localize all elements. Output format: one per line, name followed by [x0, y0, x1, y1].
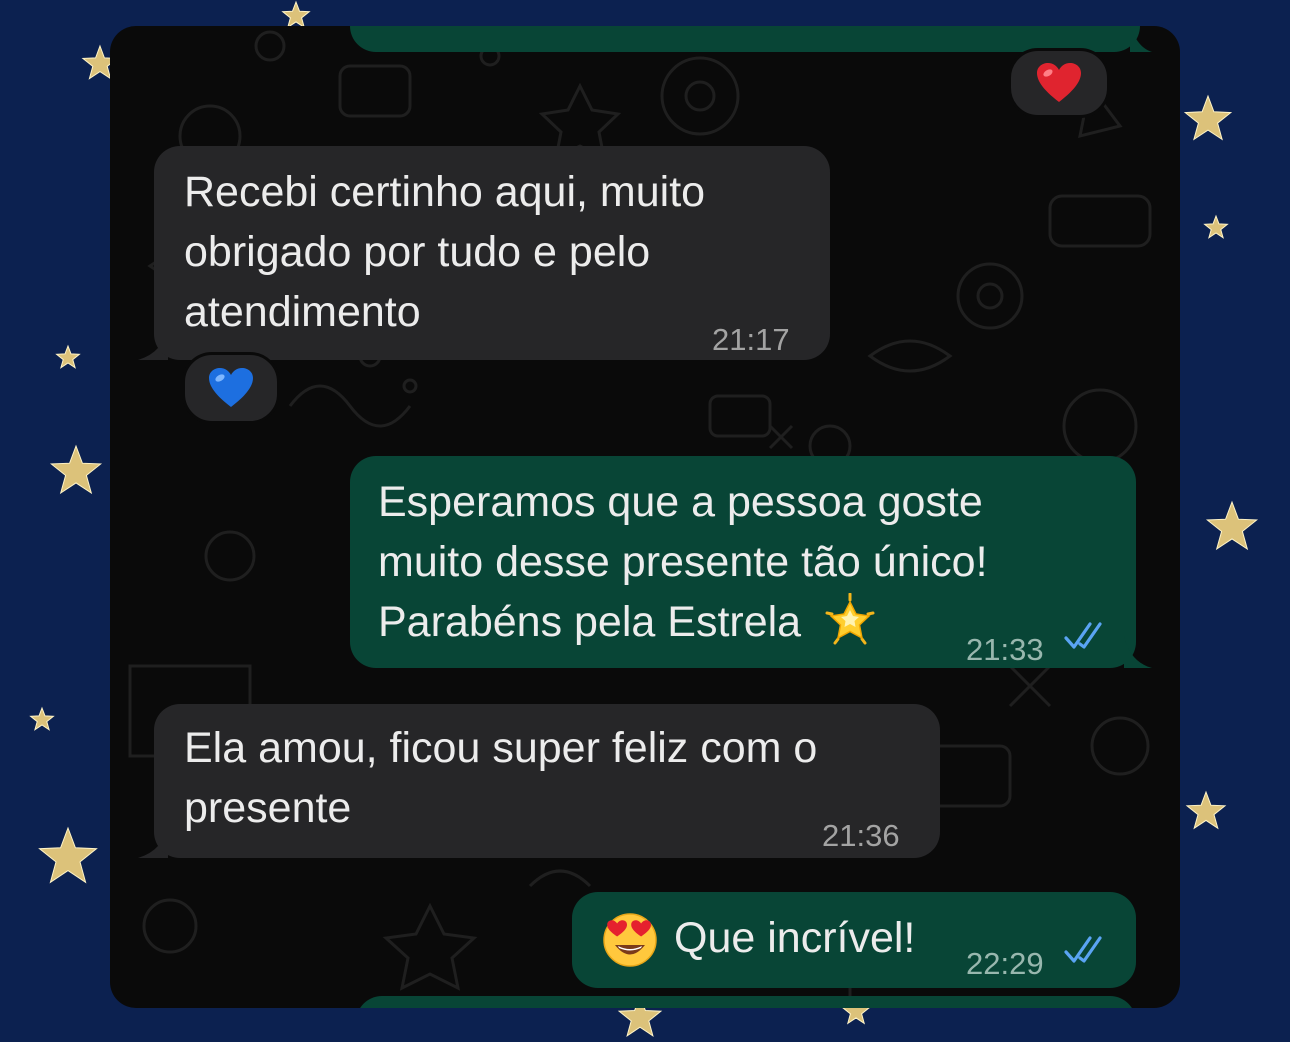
- reaction-badge[interactable]: [182, 352, 280, 424]
- message-text: muito desse presente tão único!: [378, 538, 988, 586]
- gold-star-icon: [49, 444, 103, 495]
- gold-star-icon: [29, 706, 55, 731]
- read-receipt-icon: [1064, 936, 1102, 963]
- message-bubble-outgoing-partial[interactable]: [356, 996, 1136, 1008]
- gold-star-icon: [1203, 214, 1229, 239]
- message-bubble-incoming[interactable]: Ela amou, ficou super feliz com o presen…: [154, 704, 940, 858]
- message-bubble-incoming[interactable]: Recebi certinho aqui, muito obrigado por…: [154, 146, 830, 360]
- gold-star-icon: [1183, 94, 1233, 141]
- heart-eyes-face-icon: [603, 913, 657, 967]
- message-bubble-outgoing[interactable]: Esperamos que a pessoa goste muito desse…: [350, 456, 1136, 668]
- gold-star-icon: [55, 344, 81, 369]
- message-timestamp: 21:36: [822, 818, 900, 853]
- message-text: presente: [184, 784, 352, 832]
- message-text: Parabéns pela Estrela: [378, 598, 802, 646]
- bubble-tail: [1124, 636, 1152, 668]
- message-timestamp: 21:17: [712, 322, 790, 357]
- blue-heart-icon: [209, 368, 253, 407]
- read-receipt-icon: [1064, 622, 1102, 649]
- message-text: atendimento: [184, 288, 421, 336]
- gold-star-icon: [1205, 500, 1259, 551]
- message-timestamp: 22:29: [966, 946, 1044, 981]
- message-text: Que incrível!: [674, 914, 916, 962]
- message-bubble-outgoing-partial[interactable]: [350, 26, 1140, 52]
- gold-star-icon: [1185, 790, 1227, 830]
- message-bubble-outgoing[interactable]: Que incrível! 22:29: [572, 892, 1136, 988]
- glowing-star-icon: [825, 592, 875, 645]
- reaction-badge[interactable]: [1008, 48, 1110, 118]
- message-timestamp: 21:33: [966, 632, 1044, 667]
- red-heart-icon: [1037, 63, 1081, 102]
- bubble-tail: [1130, 26, 1152, 52]
- message-text-with-emoji: Parabéns pela Estrela: [378, 592, 877, 652]
- message-text: obrigado por tudo e pelo: [184, 228, 651, 276]
- message-text: Ela amou, ficou super feliz com o: [184, 724, 818, 772]
- gold-star-icon: [38, 826, 98, 884]
- message-text: Recebi certinho aqui, muito: [184, 168, 706, 216]
- message-text: Esperamos que a pessoa goste: [378, 478, 983, 526]
- chat-window[interactable]: Recebi certinho aqui, muito obrigado por…: [110, 26, 1180, 1008]
